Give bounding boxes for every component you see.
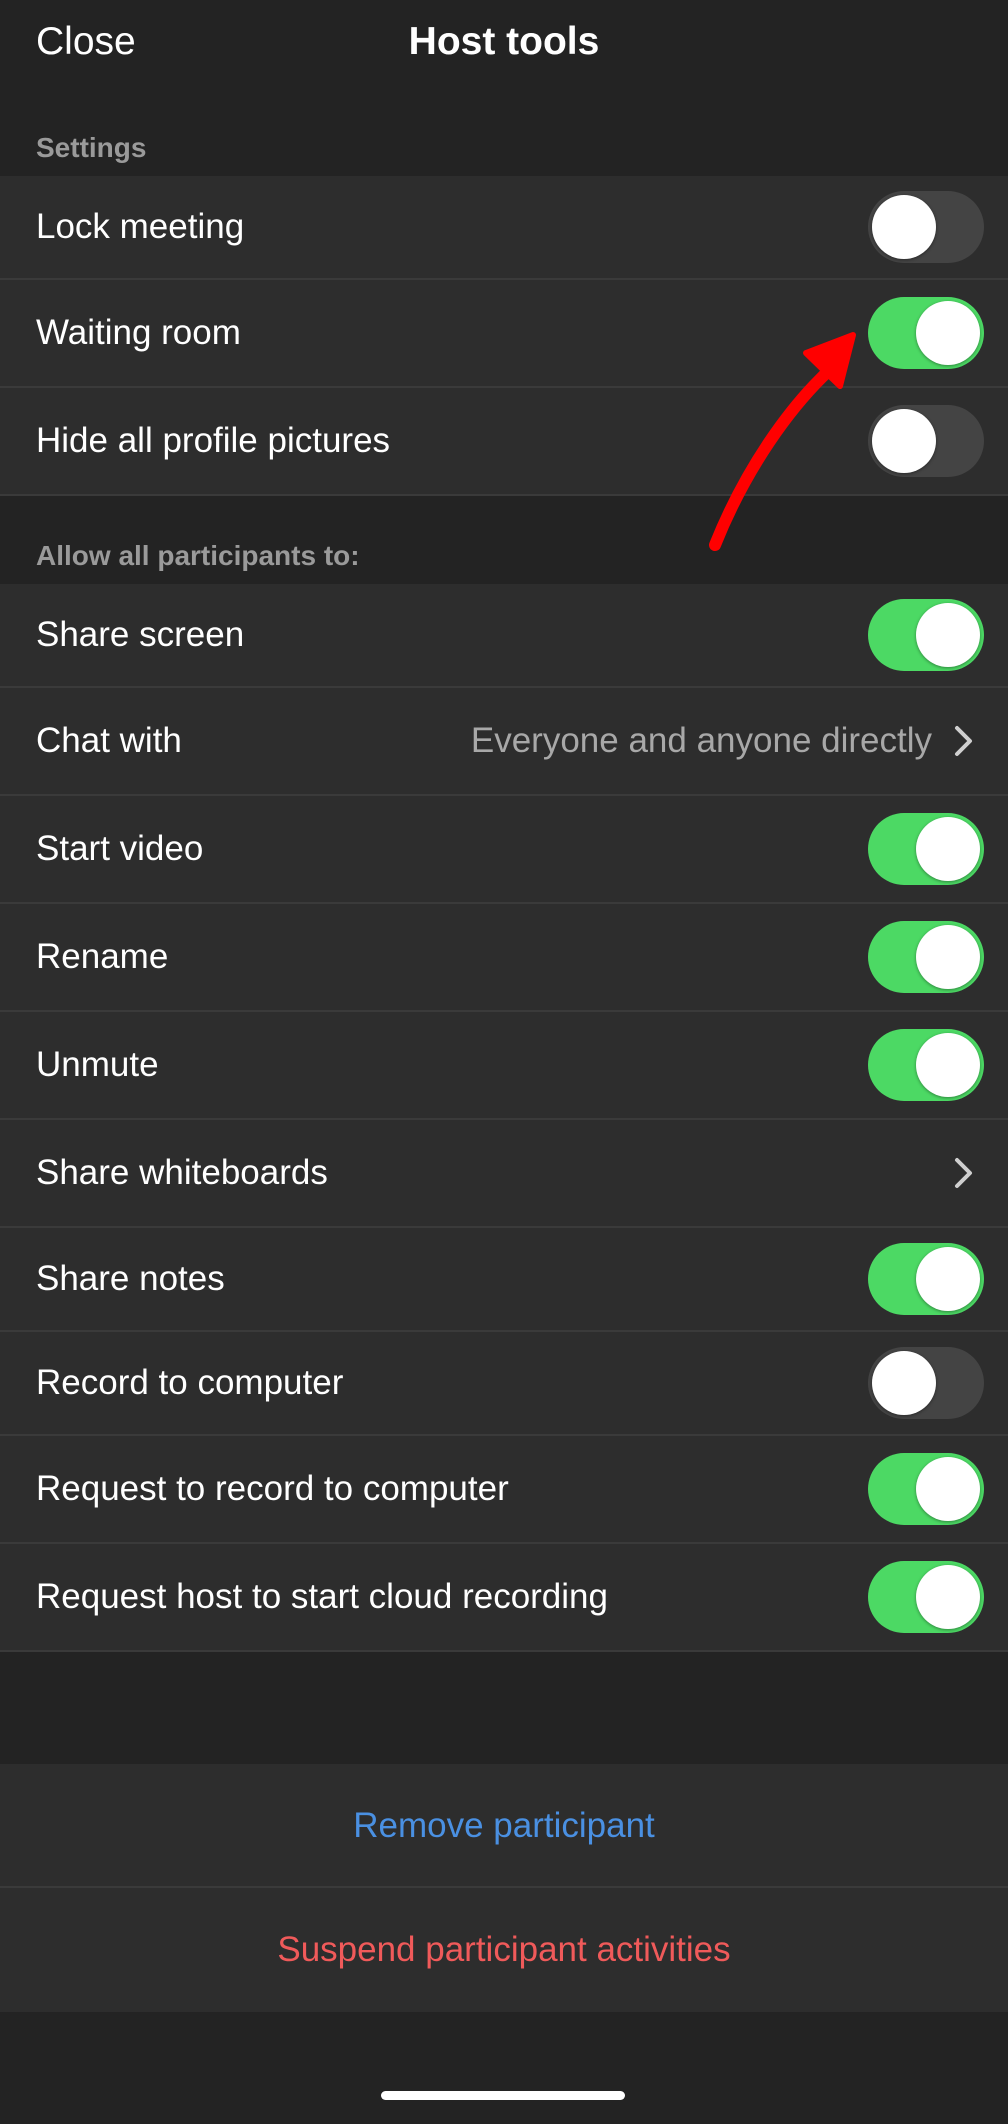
row-label: Request to record to computer [36,1469,509,1508]
row-label: Rename [36,937,169,976]
participants-row-request-cloud-recording[interactable]: Request host to start cloud recording [0,1544,1008,1652]
row-label: Chat with [36,721,182,760]
participants-row-rename[interactable]: Rename [0,904,1008,1012]
waiting-room-toggle[interactable] [868,297,984,369]
row-label: Share notes [36,1259,225,1298]
request-record-toggle[interactable] [868,1453,984,1525]
settings-row-lock-meeting[interactable]: Lock meeting [0,176,1008,280]
chevron-right-icon [955,1158,972,1188]
participants-row-share-whiteboards[interactable]: Share whiteboards [0,1120,1008,1228]
chat-with-value: Everyone and anyone directly [470,721,932,760]
settings-row-hide-profile-pictures[interactable]: Hide all profile pictures [0,388,1008,496]
participants-row-record-to-computer[interactable]: Record to computer [0,1332,1008,1436]
home-indicator [381,2091,625,2100]
toggle-knob [872,195,936,259]
rename-toggle[interactable] [868,921,984,993]
toggle-knob [916,1457,980,1521]
participants-row-unmute[interactable]: Unmute [0,1012,1008,1120]
row-label: Record to computer [36,1363,344,1402]
lock-meeting-toggle[interactable] [868,191,984,263]
settings-row-waiting-room[interactable]: Waiting room [0,280,1008,388]
top-bar: Close Host tools [0,0,1008,94]
toggle-knob [872,409,936,473]
toggle-knob [916,817,980,881]
row-label: Start video [36,829,204,868]
record-to-computer-toggle[interactable] [868,1347,984,1419]
row-label: Hide all profile pictures [36,421,391,460]
participants-section-label: Allow all participants to: [36,540,360,571]
chevron-right-icon [955,726,972,756]
row-label: Request host to start cloud recording [36,1577,608,1616]
toggle-knob [916,1247,980,1311]
row-label: Waiting room [36,313,241,352]
participants-row-share-notes[interactable]: Share notes [0,1228,1008,1332]
row-label: Unmute [36,1045,159,1084]
toggle-knob [916,1033,980,1097]
hide-profile-pictures-toggle[interactable] [868,405,984,477]
toggle-knob [916,301,980,365]
share-notes-toggle[interactable] [868,1243,984,1315]
participants-row-share-screen[interactable]: Share screen [0,584,1008,688]
remove-participant-button[interactable]: Remove participant [0,1764,1008,1888]
toggle-knob [916,925,980,989]
request-cloud-recording-toggle[interactable] [868,1561,984,1633]
row-label: Share whiteboards [36,1153,328,1192]
participants-row-chat-with[interactable]: Chat with Everyone and anyone directly [0,688,1008,796]
unmute-toggle[interactable] [868,1029,984,1101]
share-screen-toggle[interactable] [868,599,984,671]
toggle-knob [872,1351,936,1415]
suspend-participant-activities-button[interactable]: Suspend participant activities [0,1888,1008,2012]
row-label: Share screen [36,615,245,654]
toggle-knob [916,603,980,667]
page-title: Host tools [408,20,600,63]
row-label: Lock meeting [36,207,245,246]
settings-section-label: Settings [36,132,147,163]
toggle-knob [916,1565,980,1629]
start-video-toggle[interactable] [868,813,984,885]
participants-row-start-video[interactable]: Start video [0,796,1008,904]
participants-row-request-record[interactable]: Request to record to computer [0,1436,1008,1544]
